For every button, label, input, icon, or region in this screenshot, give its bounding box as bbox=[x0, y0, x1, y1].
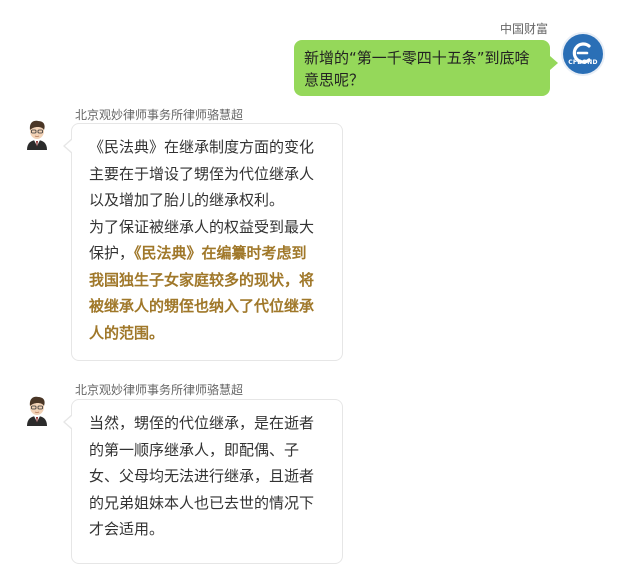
bot-message-line: 当然，甥侄的代位继承，是在逝者 bbox=[89, 414, 315, 432]
bot-message-line: 为了保证被继承人的权益受到最大 bbox=[89, 217, 315, 236]
lawyer-avatar-icon[interactable] bbox=[20, 392, 54, 426]
cfbond-logo-avatar[interactable]: CFBOND bbox=[563, 34, 603, 74]
bot-message-line: 以及增加了胎儿的继承权利。 bbox=[89, 191, 285, 209]
highlighted-message-line: 被继承人的甥侄也纳入了代位继承 bbox=[89, 297, 315, 315]
bot-message-line: 的第一顺序继承人，即配偶、子 bbox=[89, 440, 300, 459]
cfbond-logo-icon bbox=[564, 35, 602, 73]
bot-sender-name: 北京观妙律师事务所律师骆慧超 bbox=[75, 383, 244, 397]
bot-message-line: 才会适用。 bbox=[89, 520, 165, 538]
bot-sender-name: 北京观妙律师事务所律师骆慧超 bbox=[75, 108, 244, 122]
plain-text-segment: 保护， bbox=[89, 244, 135, 262]
user-message-line: 新增的“第一千零四十五条”到底啥 bbox=[304, 49, 530, 67]
highlighted-text-segment: 《民法典》在编纂时考虑到 bbox=[134, 244, 307, 262]
user-sender-name: 中国财富 bbox=[500, 22, 549, 36]
bot-message-line: 保护，《民法典》在编纂时考虑到 bbox=[89, 240, 327, 267]
user-message-bubble[interactable]: 新增的“第一千零四十五条”到底啥 意思呢？ bbox=[294, 40, 558, 96]
user-message-line: 意思呢？ bbox=[304, 71, 365, 89]
highlighted-message-line: 我国独生子女家庭较多的现状，将 bbox=[89, 270, 315, 289]
bot-message-bubble[interactable]: 当然，甥侄的代位继承，是在逝者 的第一顺序继承人，即配偶、子 女、父母均无法进行… bbox=[63, 399, 343, 564]
logo-text: CFBOND bbox=[568, 58, 598, 66]
bot-message-line: 女、父母均无法进行继承，且逝者 bbox=[89, 467, 315, 485]
highlighted-message-line: 人的范围。 bbox=[89, 323, 165, 342]
lawyer-avatar-icon[interactable] bbox=[20, 116, 54, 150]
bot-message-line: 的兄弟姐妹本人也已去世的情况下 bbox=[89, 493, 315, 512]
bot-message-line: 主要在于增设了甥侄为代位继承人 bbox=[89, 164, 315, 183]
bot-message-bubble[interactable]: 《民法典》在继承制度方面的变化 主要在于增设了甥侄为代位继承人 以及增加了胎儿的… bbox=[63, 123, 343, 361]
bot-message-line: 《民法典》在继承制度方面的变化 bbox=[89, 138, 315, 156]
